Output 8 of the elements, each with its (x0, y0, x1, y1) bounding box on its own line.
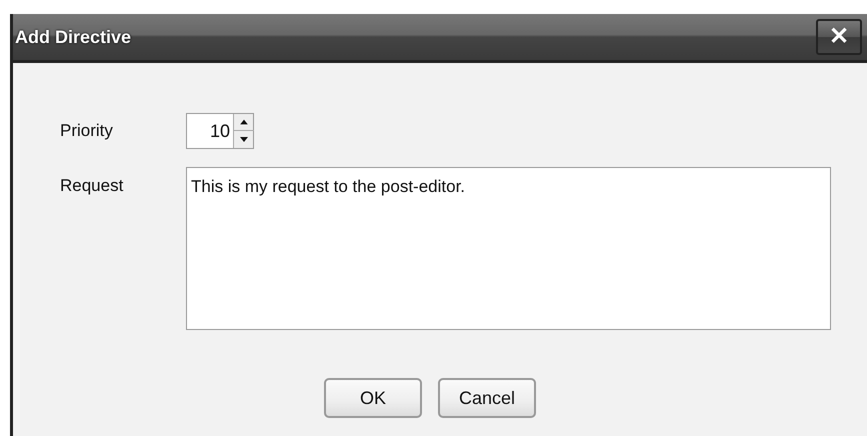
dialog-button[interactable]: Cancel (438, 378, 536, 418)
window-title: Add Directive (15, 26, 132, 48)
number-spinner[interactable]: 10 (186, 113, 254, 149)
request-field[interactable]: This is my request to the post-editor. (186, 167, 831, 330)
field-label: Request (60, 175, 124, 197)
dialog-button[interactable]: OK (324, 378, 422, 418)
field-label: Priority (60, 120, 114, 142)
close-button[interactable]: ✕ (816, 19, 862, 55)
